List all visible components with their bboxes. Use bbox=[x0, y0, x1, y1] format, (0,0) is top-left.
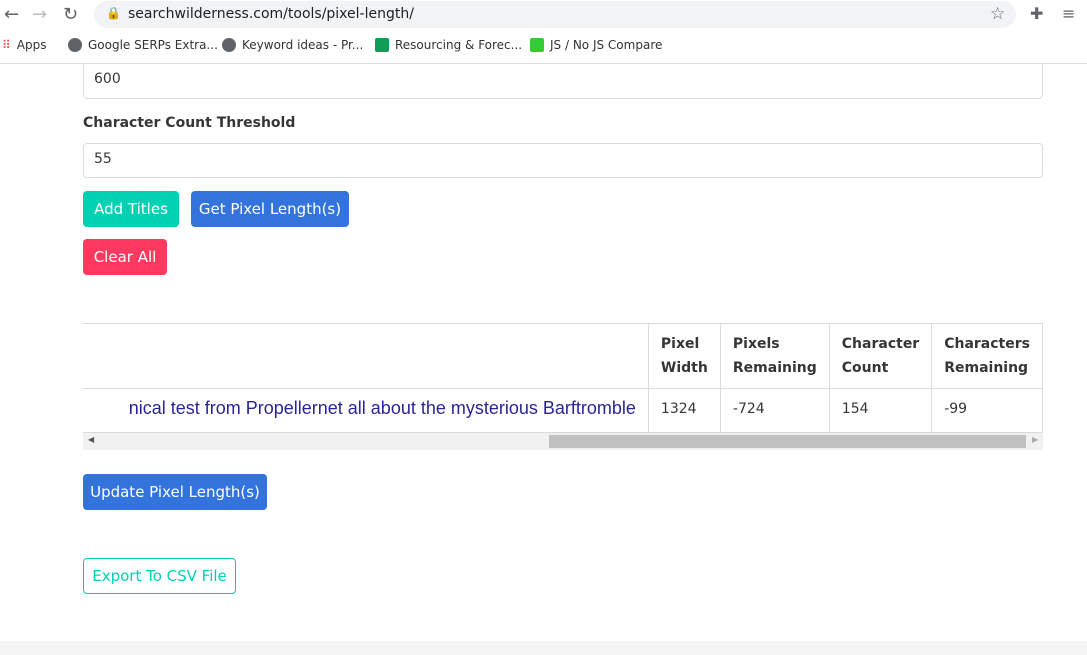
scroll-right-icon[interactable]: ▶ bbox=[1032, 435, 1038, 444]
char-threshold-label: Character Count Threshold bbox=[83, 115, 296, 131]
header-pixel-width: Pixel Width bbox=[647, 323, 721, 389]
update-pixel-length-button[interactable]: Update Pixel Length(s) bbox=[83, 474, 267, 510]
results-table: Pixel Width Pixels Remaining Character C… bbox=[83, 323, 1043, 433]
get-pixel-length-button[interactable]: Get Pixel Length(s) bbox=[191, 191, 349, 227]
js-icon bbox=[530, 38, 544, 52]
media-icon[interactable]: ≡ bbox=[1062, 4, 1075, 23]
bookmark-keyword-ideas[interactable]: Keyword ideas - Pr... bbox=[222, 38, 363, 52]
star-icon[interactable]: ☆ bbox=[990, 4, 1005, 24]
header-character-count: Character Count bbox=[828, 323, 933, 389]
header-pixels-remaining: Pixels Remaining bbox=[719, 323, 830, 389]
characters-remaining-cell: -99 bbox=[931, 388, 1043, 433]
pixel-threshold-input[interactable]: 600 bbox=[83, 64, 1043, 99]
footer bbox=[0, 641, 1087, 655]
scroll-left-icon[interactable]: ◀ bbox=[88, 435, 94, 444]
table-header-row: Pixel Width Pixels Remaining Character C… bbox=[83, 323, 1043, 389]
lock-icon: 🔒 bbox=[106, 6, 121, 20]
forward-icon[interactable]: → bbox=[32, 4, 47, 25]
scrollbar-thumb[interactable] bbox=[549, 435, 1026, 448]
pixels-remaining-cell: -724 bbox=[719, 388, 830, 433]
extensions-icon[interactable]: ✚ bbox=[1030, 4, 1043, 23]
add-titles-button[interactable]: Add Titles bbox=[83, 191, 179, 227]
character-count-cell: 154 bbox=[828, 388, 933, 433]
bookmark-js-compare[interactable]: JS / No JS Compare bbox=[530, 38, 662, 52]
export-csv-button[interactable]: Export To CSV File bbox=[83, 558, 236, 594]
bookmark-google-serps[interactable]: Google SERPs Extra... bbox=[68, 38, 218, 52]
reload-icon[interactable]: ↻ bbox=[63, 4, 78, 25]
url-text[interactable]: searchwilderness.com/tools/pixel-length/ bbox=[128, 6, 414, 22]
char-threshold-input[interactable]: 55 bbox=[83, 143, 1043, 178]
bookmark-resourcing[interactable]: Resourcing & Forec... bbox=[375, 38, 522, 52]
apps-icon: ⠿ bbox=[2, 38, 11, 52]
bookmark-apps[interactable]: ⠿ Apps bbox=[2, 38, 47, 52]
table-row: nical test from Propellernet all about t… bbox=[83, 388, 1043, 433]
clear-all-button[interactable]: Clear All bbox=[83, 239, 167, 275]
globe-icon bbox=[68, 38, 82, 52]
sheets-icon bbox=[375, 38, 389, 52]
pixel-width-cell: 1324 bbox=[647, 388, 721, 433]
title-text: nical test from Propellernet all about t… bbox=[128, 398, 636, 418]
back-icon[interactable]: ← bbox=[4, 4, 19, 25]
header-characters-remaining: Characters Remaining bbox=[931, 323, 1043, 389]
header-title bbox=[83, 323, 649, 389]
title-cell: nical test from Propellernet all about t… bbox=[83, 388, 649, 433]
globe-icon bbox=[222, 38, 236, 52]
